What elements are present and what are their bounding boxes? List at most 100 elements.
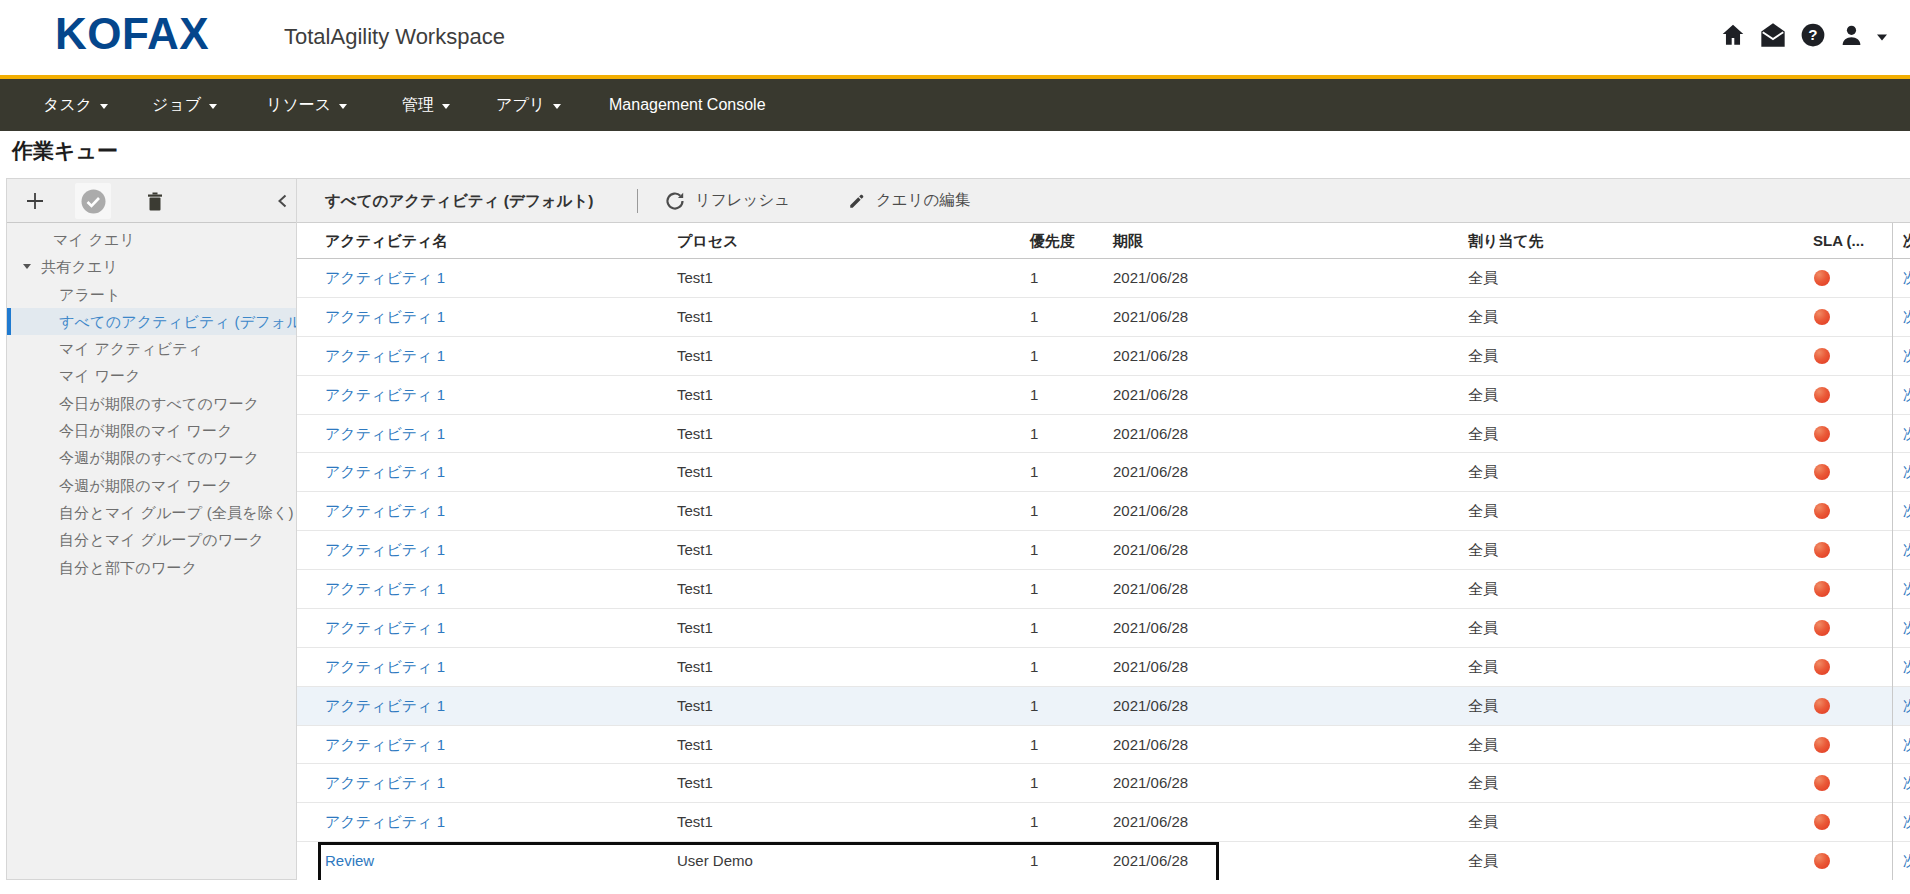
next-column-link[interactable]: 次: [1903, 415, 1910, 453]
next-column-link[interactable]: 次: [1903, 337, 1910, 375]
activity-link[interactable]: アクティビティ 1: [325, 726, 445, 764]
sidebar-item[interactable]: 今週が期限のすべてのワーク: [7, 444, 296, 471]
column-header-process[interactable]: プロセス: [677, 223, 738, 259]
nav-item-4[interactable]: 管理: [402, 79, 450, 131]
next-column-link[interactable]: 次: [1903, 453, 1910, 491]
activity-link[interactable]: アクティビティ 1: [325, 648, 445, 686]
nav-item-6[interactable]: Management Console: [609, 79, 766, 131]
activity-link[interactable]: アクティビティ 1: [325, 415, 445, 453]
table-row[interactable]: アクティビティ 1Test112021/06/28全員次: [297, 803, 1910, 842]
nav-item-3[interactable]: リソース: [266, 79, 347, 131]
activity-link[interactable]: アクティビティ 1: [325, 337, 445, 375]
next-column-link[interactable]: 次: [1903, 803, 1910, 841]
priority-cell: 1: [1030, 803, 1038, 841]
table-row[interactable]: アクティビティ 1Test112021/06/28全員次: [297, 453, 1910, 492]
next-column-link[interactable]: 次: [1903, 687, 1910, 725]
sidebar-item-label: マイ クエリ: [53, 231, 135, 248]
help-icon[interactable]: ?: [1800, 22, 1826, 48]
sidebar-item[interactable]: 自分とマイ グループ (全員を除く): [7, 499, 296, 526]
column-header-next[interactable]: 次: [1903, 223, 1910, 259]
activity-link[interactable]: アクティビティ 1: [325, 531, 445, 569]
next-column-link[interactable]: 次: [1903, 726, 1910, 764]
table-row[interactable]: アクティビティ 1Test112021/06/28全員次: [297, 337, 1910, 376]
assignee-cell: 全員: [1468, 764, 1498, 802]
main-nav: タスク ジョブリソース 管理アプリ Management Console: [0, 79, 1910, 131]
collapse-sidebar-button[interactable]: [265, 183, 301, 219]
next-column-link[interactable]: 次: [1903, 531, 1910, 569]
column-header-assignee[interactable]: 割り当て先: [1468, 223, 1544, 259]
activity-link[interactable]: アクティビティ 1: [325, 298, 445, 336]
column-header-name[interactable]: アクティビティ名: [325, 223, 447, 259]
sidebar-item[interactable]: 今日が期限のマイ ワーク: [7, 417, 296, 444]
table-row[interactable]: アクティビティ 1Test112021/06/28全員次: [297, 764, 1910, 803]
home-icon[interactable]: [1720, 22, 1746, 48]
priority-cell: 1: [1030, 376, 1038, 414]
activity-link[interactable]: アクティビティ 1: [325, 492, 445, 530]
activity-link[interactable]: アクティビティ 1: [325, 570, 445, 608]
nav-item-2[interactable]: ジョブ: [152, 79, 217, 131]
refresh-button[interactable]: リフレッシュ: [665, 179, 790, 222]
next-column-link[interactable]: 次: [1903, 764, 1910, 802]
mail-icon[interactable]: [1759, 22, 1787, 48]
add-query-button[interactable]: [17, 183, 53, 219]
table-row[interactable]: アクティビティ 1Test112021/06/28全員次: [297, 492, 1910, 531]
next-column-link[interactable]: 次: [1903, 570, 1910, 608]
column-header-sla[interactable]: SLA (...: [1813, 223, 1864, 259]
table-row[interactable]: アクティビティ 1Test112021/06/28全員次: [297, 259, 1910, 298]
table-row[interactable]: ReviewUser Demo12021/06/28全員次: [297, 842, 1910, 880]
nav-item-5[interactable]: アプリ: [496, 79, 561, 131]
next-column-link[interactable]: 次: [1903, 259, 1910, 297]
sidebar-item-label: 今日が期限のすべてのワーク: [59, 395, 259, 412]
delete-query-button[interactable]: [137, 183, 173, 219]
assignee-cell: 全員: [1468, 803, 1498, 841]
sidebar-item[interactable]: 共有クエリ: [7, 253, 296, 280]
table-row[interactable]: アクティビティ 1Test112021/06/28全員次: [297, 298, 1910, 337]
process-cell: Test1: [677, 453, 713, 491]
activity-link[interactable]: アクティビティ 1: [325, 764, 445, 802]
sidebar-item[interactable]: マイ クエリ: [7, 226, 296, 253]
default-query-button[interactable]: [75, 183, 111, 219]
sidebar-item[interactable]: アラート: [7, 281, 296, 308]
sidebar-item[interactable]: 今日が期限のすべてのワーク: [7, 390, 296, 417]
activity-link[interactable]: アクティビティ 1: [325, 687, 445, 725]
next-column-link[interactable]: 次: [1903, 609, 1910, 647]
activity-link[interactable]: アクティビティ 1: [325, 803, 445, 841]
due-date-cell: 2021/06/28: [1113, 415, 1188, 453]
next-column-link[interactable]: 次: [1903, 492, 1910, 530]
next-column-link[interactable]: 次: [1903, 648, 1910, 686]
table-row[interactable]: アクティビティ 1Test112021/06/28全員次: [297, 648, 1910, 687]
table-row[interactable]: アクティビティ 1Test112021/06/28全員次: [297, 726, 1910, 765]
sla-status-icon: [1814, 270, 1830, 286]
chevron-down-icon: [23, 264, 31, 269]
next-column-link[interactable]: 次: [1903, 842, 1910, 880]
activity-link[interactable]: アクティビティ 1: [325, 259, 445, 297]
table-row[interactable]: アクティビティ 1Test112021/06/28全員次: [297, 531, 1910, 570]
sidebar-item[interactable]: 自分とマイ グループのワーク: [7, 526, 296, 553]
next-column-link[interactable]: 次: [1903, 376, 1910, 414]
nav-item-1[interactable]: タスク: [43, 79, 108, 131]
activity-link[interactable]: アクティビティ 1: [325, 453, 445, 491]
chevron-down-icon: [100, 104, 108, 109]
table-row[interactable]: アクティビティ 1Test112021/06/28全員次: [297, 609, 1910, 648]
user-icon[interactable]: [1839, 23, 1864, 48]
edit-query-button[interactable]: クエリの編集: [848, 179, 970, 222]
sla-status-icon: [1814, 814, 1830, 830]
table-row[interactable]: アクティビティ 1Test112021/06/28全員次: [297, 415, 1910, 454]
table-row[interactable]: アクティビティ 1Test112021/06/28全員次: [297, 687, 1910, 726]
next-column-link[interactable]: 次: [1903, 298, 1910, 336]
sidebar-item[interactable]: 今週が期限のマイ ワーク: [7, 472, 296, 499]
sidebar-item[interactable]: マイ アクティビティ: [7, 335, 296, 362]
activity-link[interactable]: アクティビティ 1: [325, 376, 445, 414]
priority-cell: 1: [1030, 453, 1038, 491]
table-row[interactable]: アクティビティ 1Test112021/06/28全員次: [297, 570, 1910, 609]
sidebar-item[interactable]: マイ ワーク: [7, 362, 296, 389]
priority-cell: 1: [1030, 415, 1038, 453]
table-row[interactable]: アクティビティ 1Test112021/06/28全員次: [297, 376, 1910, 415]
column-header-due[interactable]: 期限: [1113, 223, 1143, 259]
sidebar-item[interactable]: すべてのアクティビティ (デフォルト): [7, 308, 296, 335]
column-header-priority[interactable]: 優先度: [1030, 223, 1075, 259]
user-menu-caret-icon[interactable]: [1877, 33, 1887, 41]
sidebar-item[interactable]: 自分と部下のワーク: [7, 554, 296, 581]
nav-item-label: タスク: [43, 95, 92, 116]
activity-link[interactable]: アクティビティ 1: [325, 609, 445, 647]
